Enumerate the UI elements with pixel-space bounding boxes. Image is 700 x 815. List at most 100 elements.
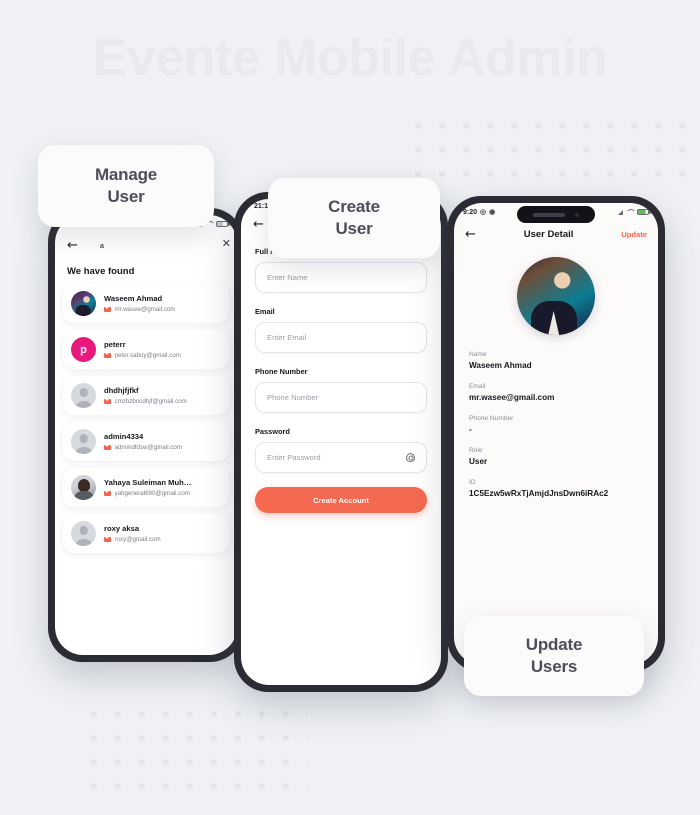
battery-icon xyxy=(637,208,651,216)
screen-title: User Detail xyxy=(523,229,574,240)
back-icon[interactable]: ← xyxy=(465,228,476,241)
manage-user-topbar: ← a xyxy=(55,233,237,256)
email-placeholder: Enter Email xyxy=(267,333,307,342)
avatar xyxy=(71,521,96,546)
phone-mockup-manage-user: ✕ ← a We have found Waseem Ahmad mr.wase… xyxy=(48,208,244,662)
user-email: roxy@gmail.com xyxy=(114,536,161,543)
update-button[interactable]: Update xyxy=(621,230,647,239)
callout-manage-user: Manage User xyxy=(38,145,214,227)
alarm-icon: ◎ xyxy=(480,209,487,216)
avatar xyxy=(71,383,96,408)
detail-field-id: ID 1C5Ezw5wRxTjAmjdJnsDwn6iRAc2 xyxy=(469,479,643,498)
user-email: mr.wasee@gmail.com xyxy=(114,306,176,313)
field-label-email: Email xyxy=(255,307,275,316)
user-name: roxy aksa xyxy=(104,524,140,533)
detail-value: - xyxy=(469,425,472,434)
statusbar-time: 9:20 xyxy=(463,208,478,216)
detail-value: User xyxy=(469,457,488,466)
avatar xyxy=(517,257,595,335)
create-account-button[interactable]: Create Account xyxy=(255,487,427,513)
back-icon[interactable]: ← xyxy=(253,218,264,231)
back-icon[interactable]: ← xyxy=(67,239,78,252)
user-name: Yahaya Suleiman Muh… xyxy=(104,478,192,487)
detail-label: ID xyxy=(469,479,476,486)
mail-icon xyxy=(104,353,111,358)
phone-number-input[interactable]: Phone Number xyxy=(255,382,427,413)
user-email: yahgeneral690@gmail.com xyxy=(114,490,190,497)
detail-field-phone-number: Phone Number - xyxy=(469,415,643,434)
detail-field-name: Name Waseem Ahmad xyxy=(469,351,643,370)
avatar xyxy=(71,475,96,500)
user-email-row: mr.wasee@gmail.com xyxy=(104,306,221,313)
dynamic-island xyxy=(517,206,595,223)
avatar xyxy=(71,429,96,454)
screen-manage-user: ✕ ← a We have found Waseem Ahmad mr.wase… xyxy=(55,215,237,655)
front-camera xyxy=(575,212,579,217)
list-item[interactable]: admin4334 admindfdsw@gmail.com xyxy=(63,422,229,461)
callout-text: Create User xyxy=(328,196,380,238)
battery-icon xyxy=(216,220,230,228)
user-info: peterr peter.sabuy@gmail.com xyxy=(104,340,221,359)
results-heading: We have found xyxy=(67,266,135,277)
mail-icon xyxy=(104,491,111,496)
user-info: Waseem Ahmad mr.wasee@gmail.com xyxy=(104,294,221,313)
user-name: Waseem Ahmad xyxy=(104,294,163,303)
detail-value: 1C5Ezw5wRxTjAmjdJnsDwn6iRAc2 xyxy=(469,489,609,498)
password-placeholder: Enter Password xyxy=(267,453,321,462)
close-icon[interactable]: ✕ xyxy=(222,237,231,250)
user-name: dhdhjfjfkf xyxy=(104,386,139,395)
mail-icon xyxy=(104,537,111,542)
list-item[interactable]: roxy aksa roxy@gmail.com xyxy=(63,514,229,553)
user-detail-fields: Name Waseem Ahmad Email mr.wasee@gmail.c… xyxy=(454,335,658,498)
full-name-placeholder: Enter Name xyxy=(267,273,308,282)
detail-field-role: Role User xyxy=(469,447,643,466)
callout-create-user: Create User xyxy=(268,178,440,258)
mail-icon xyxy=(104,445,111,450)
search-input[interactable]: a xyxy=(100,241,104,250)
password-input[interactable]: Enter Password xyxy=(255,442,427,473)
eye-icon[interactable] xyxy=(406,453,415,462)
user-info: roxy aksa roxy@gmail.com xyxy=(104,524,221,543)
user-info: admin4334 admindfdsw@gmail.com xyxy=(104,432,221,451)
user-email-row: peter.sabuy@gmail.com xyxy=(104,352,221,359)
user-email: admindfdsw@gmail.com xyxy=(114,444,183,451)
dot-pattern-bottom xyxy=(80,700,308,800)
list-item[interactable]: Yahaya Suleiman Muh… yahgeneral690@gmail… xyxy=(63,468,229,507)
avatar: p xyxy=(71,337,96,362)
full-name-input[interactable]: Enter Name xyxy=(255,262,427,293)
user-info: Yahaya Suleiman Muh… yahgeneral690@gmail… xyxy=(104,478,221,497)
detail-label: Role xyxy=(469,447,483,454)
user-detail-header: ← User Detail Update xyxy=(454,221,658,243)
mail-icon xyxy=(104,307,111,312)
email-input[interactable]: Enter Email xyxy=(255,322,427,353)
user-name: peterr xyxy=(104,340,126,349)
user-email-row: yahgeneral690@gmail.com xyxy=(104,490,221,497)
user-email: peter.sabuy@gmail.com xyxy=(114,352,181,359)
user-email-row: cmzbzbncdhjf@gmail.com xyxy=(104,398,221,405)
list-item[interactable]: Waseem Ahmad mr.wasee@gmail.com xyxy=(63,284,229,323)
user-email-row: admindfdsw@gmail.com xyxy=(104,444,221,451)
statusbar-left: 9:20 ◎ ◉ xyxy=(463,208,496,217)
list-item[interactable]: p peterr peter.sabuy@gmail.com xyxy=(63,330,229,369)
wifi-icon xyxy=(626,209,634,215)
detail-value: Waseem Ahmad xyxy=(469,361,532,370)
statusbar-right xyxy=(618,208,651,216)
detail-label: Email xyxy=(469,383,486,390)
user-email-row: roxy@gmail.com xyxy=(104,536,221,543)
speaker-grille xyxy=(533,212,565,217)
field-label-phone-number: Phone Number xyxy=(255,367,308,376)
phone-mockup-create-user: 21:17 ← Create User Full Name Enter Name… xyxy=(234,192,448,692)
detail-field-email: Email mr.wasee@gmail.com xyxy=(469,383,643,402)
create-user-form: Full Name Enter Name Email Enter Email P… xyxy=(241,235,441,513)
callout-update-users: Update Users xyxy=(464,616,644,696)
avatar xyxy=(71,291,96,316)
callout-text: Update Users xyxy=(525,634,583,676)
dot-pattern-top xyxy=(404,112,692,186)
user-list: Waseem Ahmad mr.wasee@gmail.com p peterr… xyxy=(55,284,237,553)
user-name: admin4334 xyxy=(104,432,144,441)
list-item[interactable]: dhdhjfjfkf cmzbzbncdhjf@gmail.com xyxy=(63,376,229,415)
detail-label: Phone Number xyxy=(469,415,514,422)
phone-mockup-user-detail: 9:20 ◎ ◉ ← User Detail Update Name Wasee… xyxy=(447,196,665,672)
dot-icon: ◉ xyxy=(489,209,496,216)
user-email: cmzbzbncdhjf@gmail.com xyxy=(114,398,187,405)
